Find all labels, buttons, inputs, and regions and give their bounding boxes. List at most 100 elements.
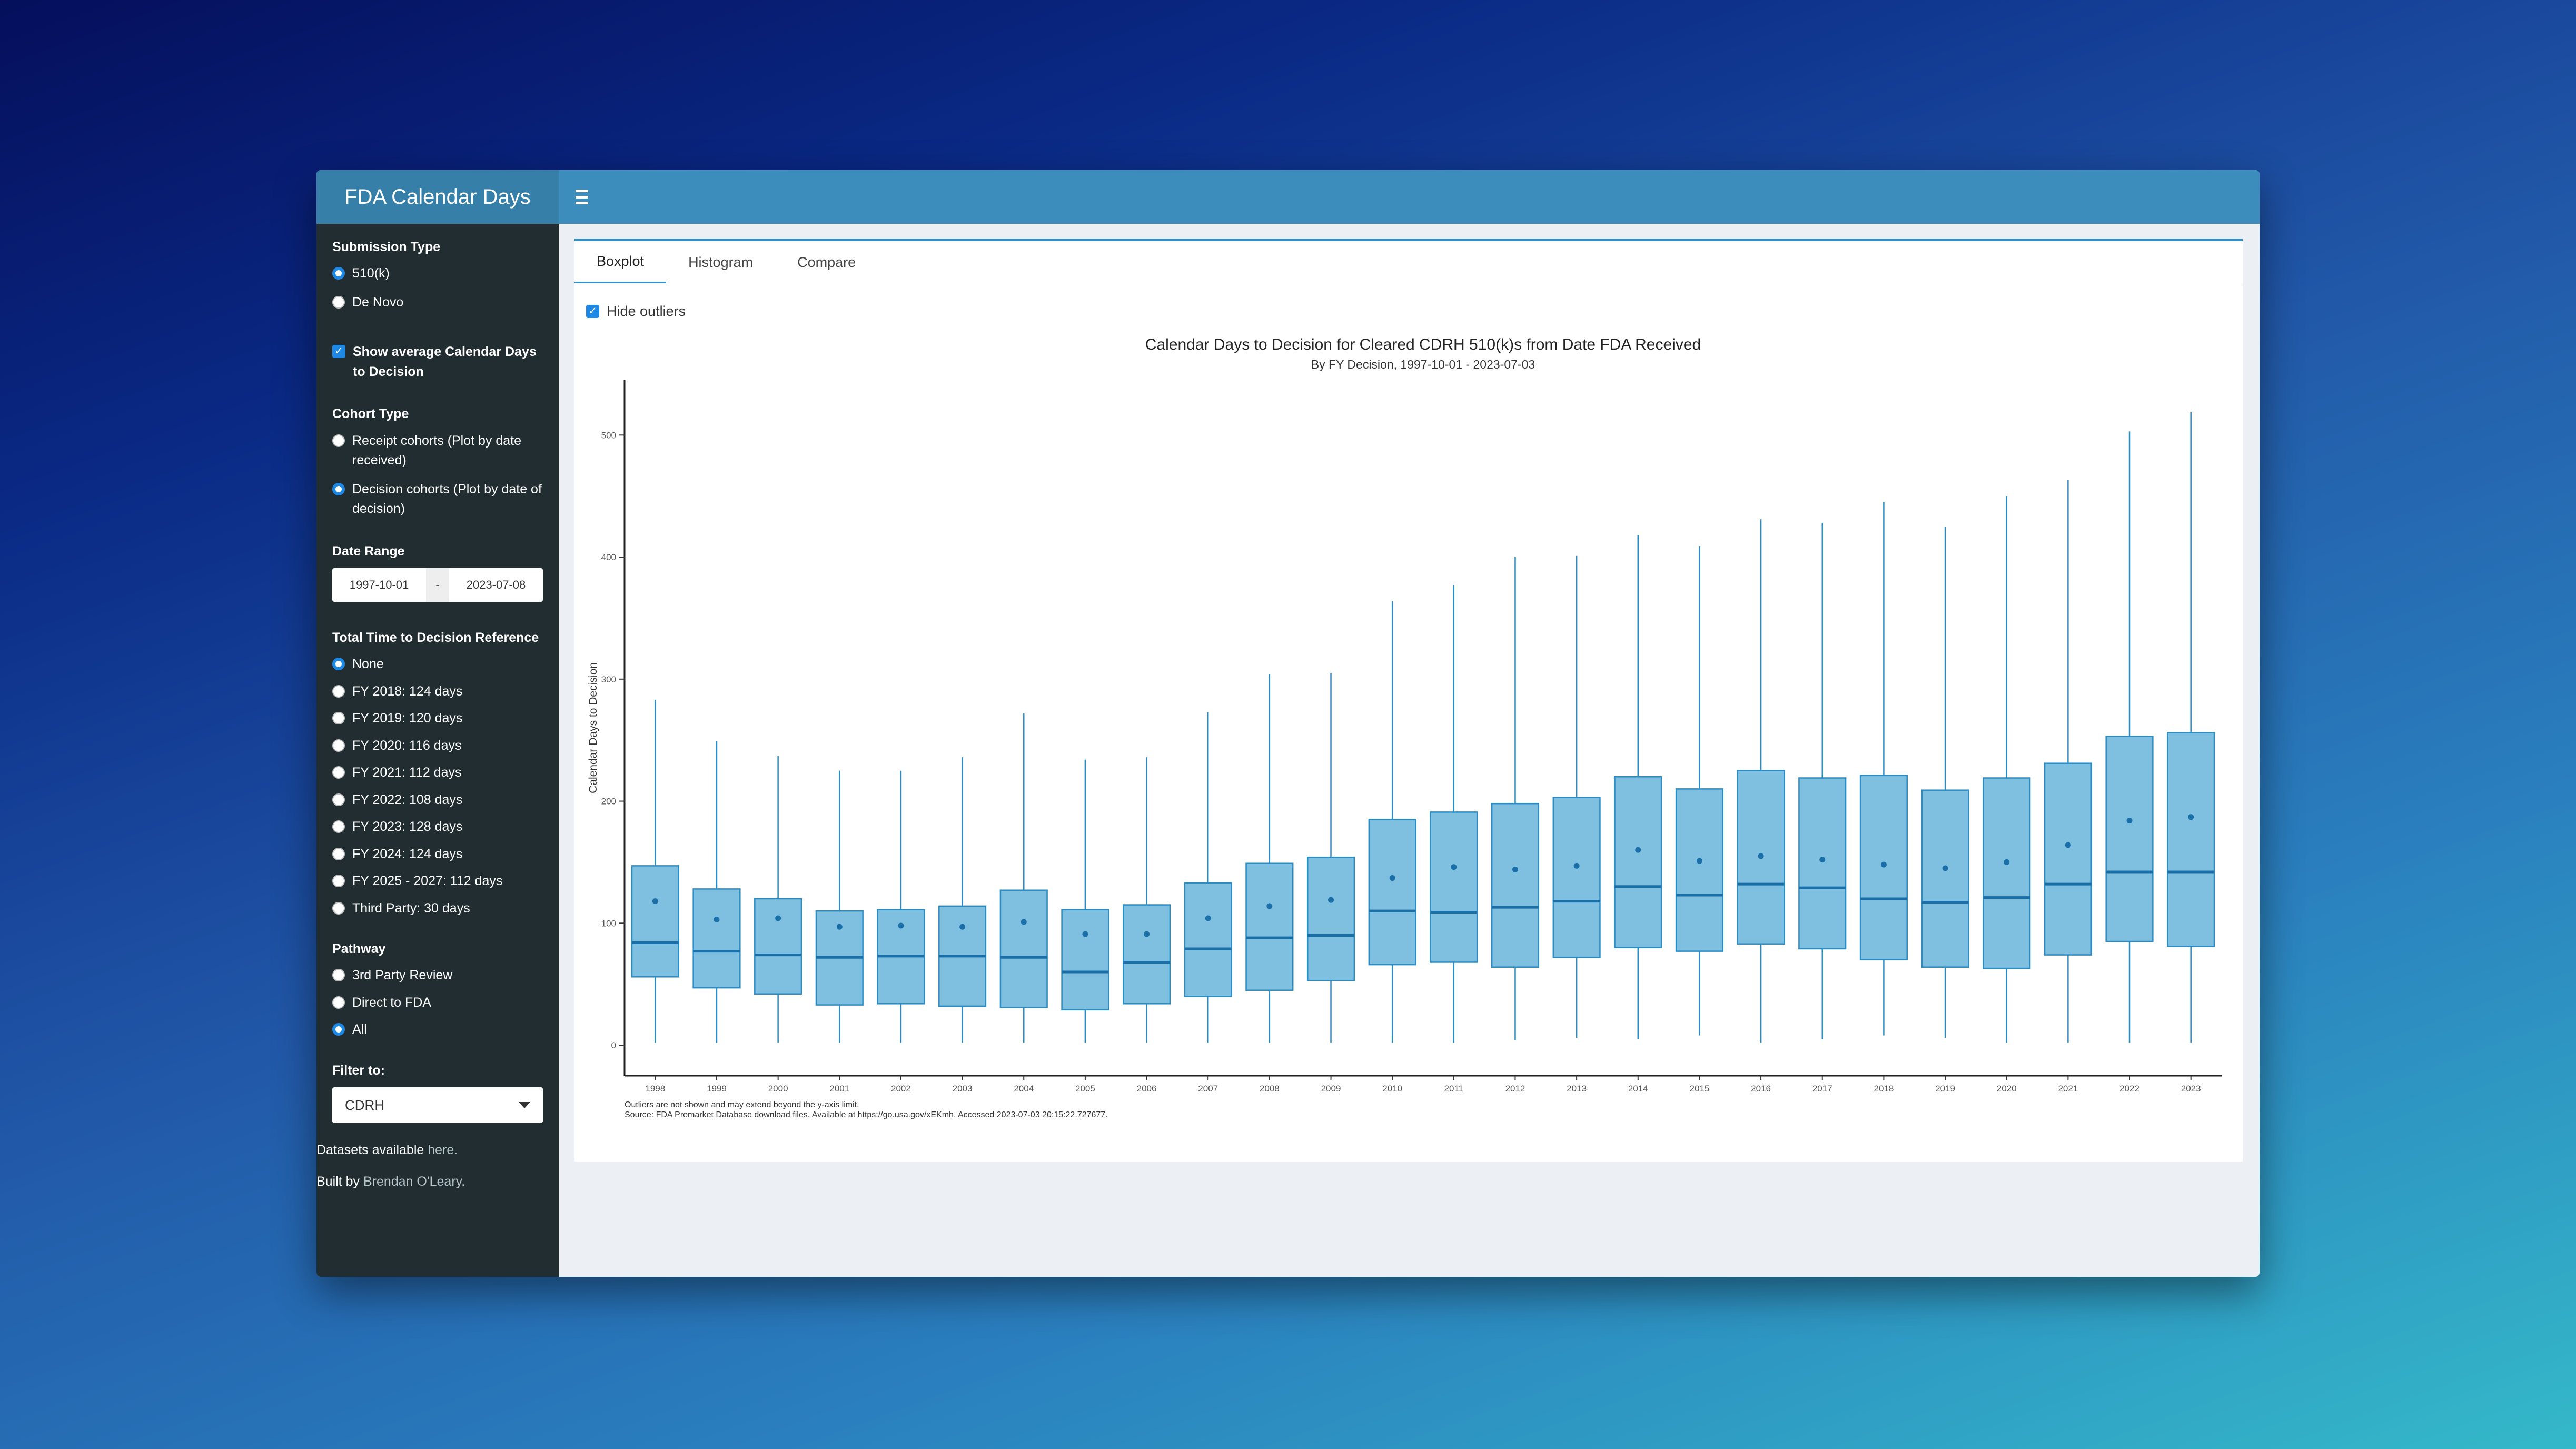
mean-point: [714, 916, 720, 922]
box: [631, 865, 679, 978]
radio-button-icon[interactable]: [332, 969, 345, 982]
radio-button-icon[interactable]: [332, 1023, 345, 1036]
ttd-option-3[interactable]: FY 2020: 116 days: [332, 736, 543, 756]
radio-receipt-cohorts[interactable]: Receipt cohorts (Plot by date received): [332, 431, 543, 471]
x-tick-label: 2001: [829, 1084, 849, 1094]
box: [2105, 736, 2154, 942]
x-tick-label: 2004: [1014, 1084, 1034, 1094]
radio-de-novo[interactable]: De Novo: [332, 293, 543, 313]
filter-select[interactable]: CDRH: [332, 1087, 543, 1123]
tab-boxplot[interactable]: Boxplot: [574, 241, 667, 283]
mean-point: [775, 915, 781, 921]
box: [1306, 856, 1355, 981]
x-tick-label: 2006: [1137, 1084, 1157, 1094]
box: [999, 889, 1048, 1008]
radio-button-icon[interactable]: [332, 267, 345, 280]
x-tick-label: 2012: [1505, 1084, 1525, 1094]
box: [1430, 811, 1478, 963]
chart-note: Outliers are not shown and may extend be…: [625, 1100, 859, 1109]
radio-button-icon[interactable]: [332, 766, 345, 779]
box: [1552, 797, 1601, 958]
checkmark-icon[interactable]: ✓: [586, 305, 599, 318]
x-tick-label: 2005: [1075, 1084, 1095, 1094]
mean-point: [898, 922, 904, 929]
hide-outliers-checkbox[interactable]: ✓ Hide outliers: [586, 303, 686, 320]
x-tick-label: 2008: [1260, 1084, 1280, 1094]
x-tick-label: 2019: [1935, 1084, 1955, 1094]
box: [1921, 789, 1969, 968]
mean-point: [652, 898, 658, 905]
tab-histogram[interactable]: Histogram: [666, 241, 775, 283]
x-tick-label: 2013: [1567, 1084, 1587, 1094]
ttd-option-5[interactable]: FY 2022: 108 days: [332, 790, 543, 810]
ttd-option-2[interactable]: FY 2019: 120 days: [332, 709, 543, 729]
built-by-text: Built by Brendan O'Leary.: [316, 1174, 465, 1189]
box: [1614, 776, 1662, 948]
x-tick-label: 2023: [2181, 1084, 2201, 1094]
ttd-option-8[interactable]: FY 2025 - 2027: 112 days: [332, 871, 543, 891]
radio-button-icon[interactable]: [332, 434, 345, 447]
x-tick-label: 2010: [1382, 1084, 1402, 1094]
ttd-option-0[interactable]: None: [332, 654, 543, 674]
author-link[interactable]: Brendan O'Leary.: [363, 1174, 465, 1189]
mean-point: [2065, 842, 2071, 848]
start-date-input[interactable]: 1997-10-01: [332, 578, 426, 592]
app-window: FDA Calendar Days Submission Type 510(k)…: [316, 170, 2260, 1277]
x-tick-label: 2000: [768, 1084, 788, 1094]
mean-point: [1696, 858, 1702, 864]
box: [1675, 788, 1724, 952]
radio-button-icon[interactable]: [332, 295, 345, 309]
datasets-text: Datasets available here.: [316, 1143, 458, 1157]
mean-point: [1266, 903, 1273, 909]
hamburger-menu-icon[interactable]: [572, 187, 591, 206]
date-range-separator: -: [426, 568, 449, 602]
ttd-option-7[interactable]: FY 2024: 124 days: [332, 845, 543, 865]
radio-button-icon[interactable]: [332, 875, 345, 887]
ttd-option-9[interactable]: Third Party: 30 days: [332, 899, 543, 919]
radio-button-icon[interactable]: [332, 739, 345, 752]
radio-button-icon[interactable]: [332, 901, 345, 915]
y-tick-label: 500: [601, 430, 616, 440]
pathway-option-0[interactable]: 3rd Party Review: [332, 966, 543, 986]
mean-point: [1635, 847, 1641, 853]
x-tick-label: 2017: [1812, 1084, 1832, 1094]
tab-compare[interactable]: Compare: [775, 241, 878, 283]
end-date-input[interactable]: 2023-07-08: [449, 578, 543, 592]
pathway-option-2[interactable]: All: [332, 1020, 543, 1040]
radio-510k[interactable]: 510(k): [332, 264, 543, 284]
checkmark-icon[interactable]: ✓: [332, 345, 345, 359]
show-average-checkbox[interactable]: ✓ Show average Calendar Days to Decision: [332, 342, 543, 382]
box: [2044, 762, 2092, 956]
datasets-link[interactable]: here.: [428, 1143, 458, 1157]
radio-button-icon[interactable]: [332, 996, 345, 1009]
box: [1122, 904, 1171, 1005]
radio-button-icon[interactable]: [332, 482, 345, 495]
x-tick-label: 2009: [1321, 1084, 1341, 1094]
pathway-option-1[interactable]: Direct to FDA: [332, 993, 543, 1013]
sidebar: Submission Type 510(k) De Novo ✓ Show ave…: [316, 224, 559, 1277]
tab-bar: Boxplot Histogram Compare: [574, 241, 2243, 283]
y-axis-label: Calendar Days to Decision: [587, 662, 599, 793]
x-tick-label: 2011: [1444, 1084, 1464, 1094]
mean-point: [1328, 897, 1334, 903]
radio-button-icon[interactable]: [332, 847, 345, 860]
chart-subtitle: By FY Decision, 1997-10-01 - 2023-07-03: [1311, 358, 1535, 371]
radio-button-icon[interactable]: [332, 820, 345, 833]
mean-point: [1512, 866, 1518, 872]
mean-point: [1451, 864, 1457, 870]
mean-point: [1880, 861, 1887, 868]
ttd-option-4[interactable]: FY 2021: 112 days: [332, 763, 543, 783]
mean-point: [836, 924, 843, 930]
ttd-option-6[interactable]: FY 2023: 128 days: [332, 817, 543, 837]
radio-button-icon[interactable]: [332, 712, 345, 724]
radio-decision-cohorts[interactable]: Decision cohorts (Plot by date of decisi…: [332, 480, 543, 519]
radio-button-icon[interactable]: [332, 684, 345, 698]
ttd-option-1[interactable]: FY 2018: 124 days: [332, 682, 543, 702]
cohort-type-label: Cohort Type: [332, 406, 409, 422]
top-navbar: [559, 170, 2260, 224]
box: [1184, 882, 1232, 997]
radio-button-icon[interactable]: [332, 658, 345, 670]
x-tick-label: 2021: [2058, 1084, 2078, 1094]
x-tick-label: 2002: [891, 1084, 911, 1094]
radio-button-icon[interactable]: [332, 793, 345, 806]
